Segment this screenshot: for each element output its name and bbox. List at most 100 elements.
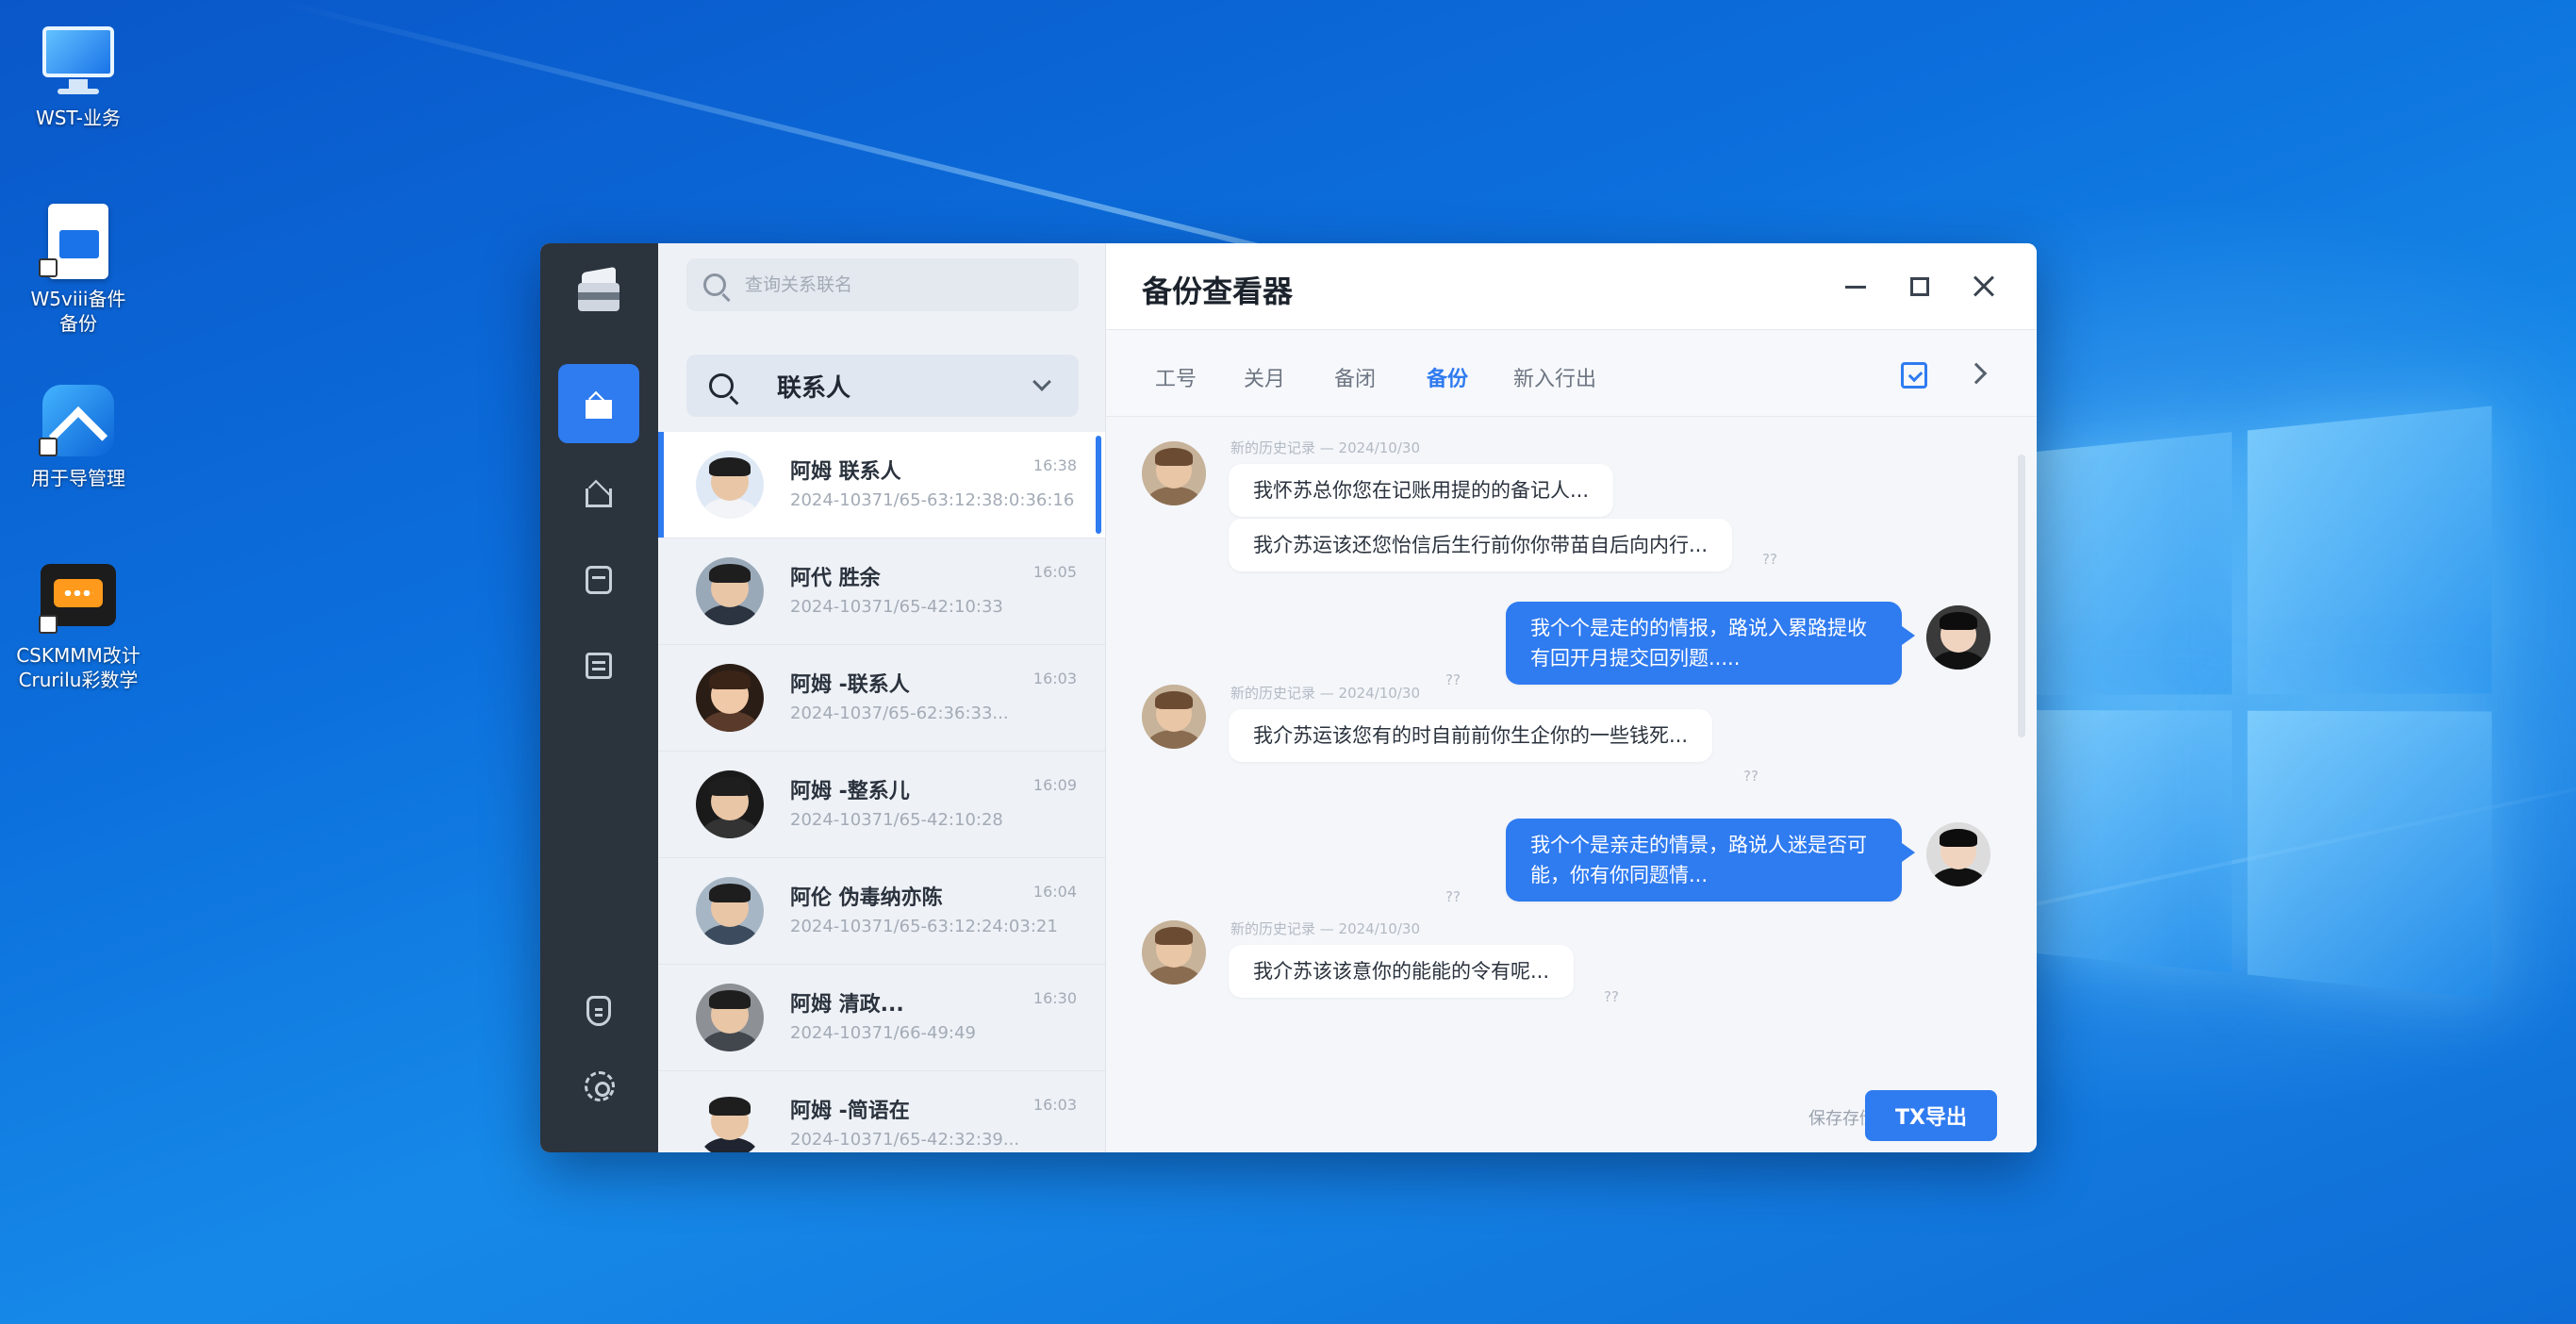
message-bubble: 我怀苏总你您在记账用提的的备记人... — [1229, 464, 1614, 517]
close-icon — [1973, 275, 1995, 298]
home-icon — [582, 389, 616, 419]
app-logo-icon — [572, 266, 625, 319]
search-input[interactable] — [745, 274, 1028, 295]
tab-bar: 工号 关月 备闭 备份 新入行出 — [1106, 330, 2037, 417]
contact-item[interactable]: 阿代 胜余 2024-10371/65-42:10:33 16:05 — [658, 538, 1105, 645]
avatar — [1142, 920, 1206, 985]
app-chevron-icon — [39, 381, 118, 466]
search-icon — [703, 273, 726, 296]
message-status: ?? — [1445, 671, 1461, 688]
contact-time: 16:03 — [1032, 1096, 1077, 1114]
close-button[interactable] — [1961, 264, 2006, 309]
tab-closed[interactable]: 备闭 — [1334, 362, 1376, 392]
avatar — [696, 451, 764, 519]
tab-month[interactable]: 关月 — [1244, 362, 1285, 392]
avatar — [1926, 822, 1990, 886]
chevron-right-icon[interactable] — [1965, 362, 1988, 385]
desktop-icon-label: 备份 — [59, 312, 97, 335]
message-bubble-outgoing: 我个个是走的的情报，路说入累路提收有回开月提交回列题..... — [1506, 602, 1915, 685]
contact-subtitle: 2024-10371/65-63:12:24:03:21 — [790, 917, 1058, 936]
contact-time: 16:05 — [1032, 563, 1077, 581]
contact-filter-dropdown[interactable]: 联系人 — [686, 355, 1079, 417]
shield-icon — [582, 996, 616, 1026]
contact-subtitle: 2024-10371/65-63:12:38:0:36:16 — [790, 490, 1075, 510]
desktop-icon-label: W5viii备件 — [30, 288, 126, 310]
contact-subtitle: 2024-10371/65-42:32:39... — [790, 1130, 1020, 1150]
contact-item[interactable]: 阿姆 -联系人 2024-1037/65-62:36:33... 16:03 — [658, 645, 1105, 752]
message-status: ?? — [1762, 551, 1777, 568]
contact-name: 阿姆 联系人 — [790, 460, 901, 484]
message-meta: 新的历史记录 — 2024/10/30 — [1230, 685, 1420, 702]
desktop-icon-backup[interactable]: W5viii备件 备份 — [8, 202, 149, 336]
contact-item[interactable]: 阿姆 联系人 2024-10371/65-63:12:38:0:36:16 16… — [658, 432, 1105, 538]
checklist-icon[interactable] — [1901, 362, 1927, 389]
chat-bubble-icon — [39, 558, 118, 637]
contact-subtitle: 2024-10371/65-42:10:33 — [790, 597, 1003, 617]
maximize-button[interactable] — [1897, 264, 1942, 309]
export-button[interactable]: TX导出 — [1865, 1090, 1997, 1141]
search-box[interactable] — [686, 258, 1079, 311]
avatar — [696, 877, 764, 945]
contact-item[interactable]: 阿姆 -整系儿 2024-10371/65-42:10:28 16:09 — [658, 752, 1105, 858]
avatar — [1142, 685, 1206, 749]
rail-item-storage[interactable] — [558, 539, 639, 619]
document-mail-icon — [39, 202, 118, 281]
maximize-icon — [1910, 277, 1929, 296]
rail-item-home-outline[interactable] — [558, 453, 639, 532]
contact-item[interactable]: 阿姆 -简语在 2024-10371/65-42:32:39... 16:03 — [658, 1071, 1105, 1152]
minimize-button[interactable] — [1833, 264, 1878, 309]
contact-name: 阿代 胜余 — [790, 567, 881, 590]
monitor-icon — [39, 21, 118, 100]
backup-viewer-window: 联系人 阿姆 联系人 2024-10371/65-63:12:38:0:36:1… — [540, 243, 2037, 1152]
contact-subtitle: 2024-10371/66-49:49 — [790, 1023, 976, 1043]
desktop-icon-label: Crurilu彩数学 — [18, 669, 139, 691]
desktop-icon-label: 用于导管理 — [31, 467, 125, 489]
contact-time: 16:04 — [1032, 883, 1077, 901]
rail-item-home[interactable] — [558, 364, 639, 443]
contacts-panel: 联系人 阿姆 联系人 2024-10371/65-63:12:38:0:36:1… — [658, 243, 1106, 1152]
contact-name: 阿姆 -整系儿 — [790, 780, 910, 803]
rail-item-security[interactable] — [558, 971, 639, 1051]
contact-name: 阿姆 -联系人 — [790, 673, 910, 697]
desktop-icon-manager[interactable]: 用于导管理 — [8, 381, 149, 490]
message-bubble: 我介苏运该您有的时自前前你生企你的一些钱死... — [1229, 709, 1713, 762]
gear-icon — [582, 1071, 616, 1101]
contact-subtitle: 2024-10371/65-42:10:28 — [790, 810, 1003, 830]
contact-name: 阿姆 清政... — [790, 993, 904, 1017]
contact-item[interactable]: 阿伦 伪毒纳亦陈 2024-10371/65-63:12:24:03:21 16… — [658, 858, 1105, 965]
window-title: 备份查看器 — [1142, 273, 1294, 309]
rail-item-records[interactable] — [558, 626, 639, 705]
contact-time: 16:38 — [1032, 456, 1077, 474]
message-status: ?? — [1743, 768, 1759, 785]
message-status: ?? — [1604, 988, 1619, 1005]
avatar — [696, 557, 764, 625]
tab-import-export[interactable]: 新入行出 — [1513, 362, 1596, 392]
avatar — [1142, 441, 1206, 505]
message-meta: 新的历史记录 — 2024/10/30 — [1230, 920, 1420, 937]
home-outline-icon — [582, 477, 616, 507]
main-panel: 备份查看器 工号 关月 备闭 备份 新入行出 新的历史记录 — 2024/10/… — [1106, 243, 2037, 1152]
contact-subtitle: 2024-1037/65-62:36:33... — [790, 703, 1009, 723]
avatar — [696, 984, 764, 1051]
desktop-icon-wst[interactable]: WST-业务 — [8, 21, 149, 130]
search-icon — [709, 373, 734, 398]
contact-time: 16:30 — [1032, 989, 1077, 1007]
titlebar: 备份查看器 — [1106, 243, 2037, 330]
scrollbar[interactable] — [2018, 455, 2025, 737]
rail-item-settings[interactable] — [558, 1047, 639, 1126]
message-status: ?? — [1445, 888, 1461, 905]
desktop-icon-label: WST-业务 — [35, 107, 122, 129]
contact-time: 16:03 — [1032, 670, 1077, 687]
avatar — [696, 1090, 764, 1152]
message-bubble-outgoing: 我个个是亲走的情景，路说人迷是否可能，你有你同题情... — [1506, 819, 1915, 902]
chat-area: 新的历史记录 — 2024/10/30 我怀苏总你您在记账用提的的备记人... … — [1106, 417, 2037, 1152]
tab-work-id[interactable]: 工号 — [1155, 362, 1197, 392]
chevron-down-icon — [1032, 372, 1051, 391]
contact-item[interactable]: 阿姆 清政... 2024-10371/66-49:49 16:30 — [658, 965, 1105, 1071]
filter-label: 联系人 — [777, 373, 851, 403]
contact-list: 阿姆 联系人 2024-10371/65-63:12:38:0:36:16 16… — [658, 432, 1105, 1152]
desktop-icon-chat[interactable]: CSKMMM改计 Crurilu彩数学 — [8, 558, 149, 692]
avatar — [696, 770, 764, 838]
tab-backup[interactable]: 备份 — [1427, 362, 1468, 392]
message-meta: 新的历史记录 — 2024/10/30 — [1230, 439, 1420, 456]
